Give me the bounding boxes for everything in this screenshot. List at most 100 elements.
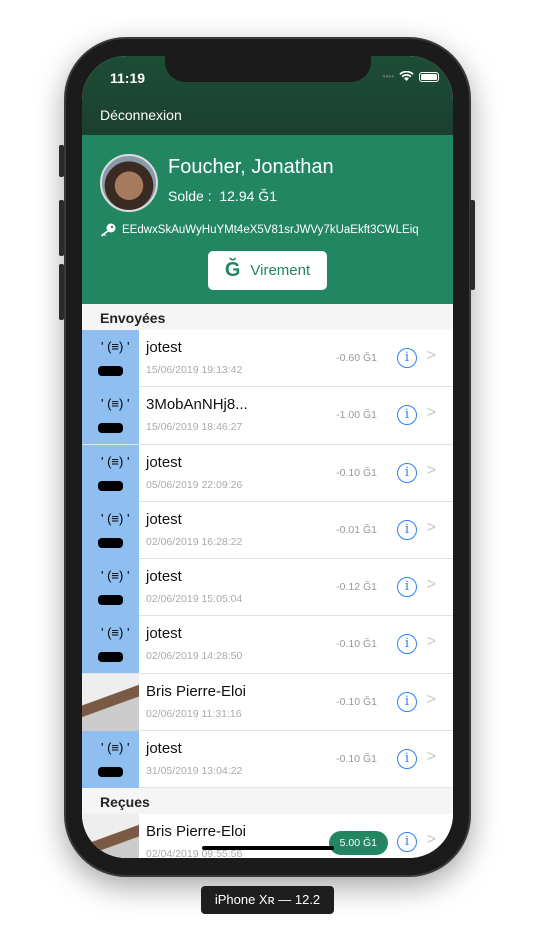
transaction-name: jotest bbox=[146, 453, 182, 471]
power-button bbox=[470, 200, 475, 290]
section-sent: Envoyées bbox=[82, 304, 453, 330]
transaction-name: jotest bbox=[146, 740, 182, 758]
key-icon bbox=[101, 223, 116, 237]
notch bbox=[165, 56, 371, 82]
transaction-name: jotest bbox=[146, 625, 182, 643]
transaction-row[interactable]: ' (≡) ' jotest 02/06/2019 16:28:22 -0.01 Ğ1… bbox=[82, 501, 453, 560]
chevron-right-icon: > bbox=[426, 690, 436, 708]
contact-avatar: ' (≡) ' bbox=[82, 330, 139, 387]
robot-face-icon: ' (≡) ' bbox=[101, 568, 130, 584]
battery-icon bbox=[419, 71, 439, 82]
transaction-name: Bris Pierre-Eloi bbox=[146, 823, 247, 841]
wifi-icon bbox=[399, 71, 414, 81]
transaction-date: 02/06/2019 14:28:50 bbox=[146, 650, 243, 663]
chevron-right-icon: > bbox=[426, 633, 436, 651]
transfer-label: Virement bbox=[250, 262, 311, 279]
chevron-right-icon: > bbox=[426, 518, 436, 536]
balance-value: 12.94 Ğ1 bbox=[219, 188, 277, 204]
g1-icon: Ğ bbox=[224, 259, 241, 281]
chevron-right-icon: > bbox=[426, 461, 436, 479]
robot-mouth-icon bbox=[98, 652, 123, 663]
robot-face-icon: ' (≡) ' bbox=[101, 339, 130, 354]
info-icon[interactable]: i bbox=[397, 577, 417, 598]
status-time: 11:19 bbox=[110, 70, 146, 86]
logout-button[interactable]: Déconnexion bbox=[100, 107, 182, 123]
transaction-amount: -0.10 Ğ1 bbox=[336, 638, 377, 651]
transaction-date: 31/05/2019 13:04:22 bbox=[146, 765, 243, 778]
transaction-row[interactable]: ' (≡) ' jotest 02/06/2019 15:05:04 -0.12 Ğ1… bbox=[82, 559, 453, 617]
transaction-row[interactable]: ' (≡) ' jotest 05/06/2019 22:09:26 -0.10 Ğ1… bbox=[82, 444, 453, 502]
transaction-name: jotest bbox=[146, 510, 182, 528]
transaction-date: 15/06/2019 18:46:27 bbox=[146, 421, 243, 434]
mute-switch bbox=[59, 145, 64, 177]
contact-avatar bbox=[82, 814, 139, 858]
robot-mouth-icon bbox=[98, 366, 123, 376]
transaction-amount: -0.10 Ğ1 bbox=[336, 695, 377, 708]
status-icons: •••• bbox=[383, 71, 439, 82]
robot-face-icon: ' (≡) ' bbox=[101, 625, 130, 641]
profile-name: Foucher, Jonathan bbox=[168, 156, 334, 178]
chevron-right-icon: > bbox=[426, 831, 436, 849]
pubkey-text: EEdwxSkAuWyHuYMt4eX5V81srJWVy7kUaEkft3CW… bbox=[122, 224, 419, 236]
transaction-amount: -0.01 Ğ1 bbox=[336, 523, 377, 536]
transaction-row[interactable]: ' (≡) ' jotest 15/06/2019 19:13:42 -0.60 Ğ1… bbox=[82, 330, 453, 388]
chevron-right-icon: > bbox=[426, 404, 436, 422]
transaction-row[interactable]: Bris Pierre-Eloi 02/06/2019 11:31:16 -0.10… bbox=[82, 673, 453, 732]
transaction-name: jotest bbox=[146, 339, 182, 356]
device-label: iPhone Xʀ — 12.2 bbox=[201, 886, 334, 914]
robot-mouth-icon bbox=[98, 423, 123, 434]
info-icon[interactable]: i bbox=[397, 348, 417, 368]
contact-avatar: ' (≡) ' bbox=[82, 559, 139, 617]
contact-avatar bbox=[82, 673, 139, 731]
info-icon[interactable]: i bbox=[397, 519, 417, 540]
transaction-amount: -0.10 Ğ1 bbox=[336, 466, 377, 479]
section-received: Reçues bbox=[82, 788, 453, 815]
volume-down-button bbox=[59, 264, 64, 320]
profile-avatar bbox=[100, 154, 158, 212]
transaction-amount: -0.60 Ğ1 bbox=[336, 352, 377, 364]
transaction-date: 15/06/2019 19:13:42 bbox=[146, 364, 243, 376]
transaction-name: jotest bbox=[146, 568, 182, 586]
robot-face-icon: ' (≡) ' bbox=[101, 510, 130, 526]
home-indicator[interactable] bbox=[202, 846, 334, 850]
contact-avatar: ' (≡) ' bbox=[82, 444, 139, 502]
chevron-right-icon: > bbox=[426, 576, 436, 594]
chevron-right-icon: > bbox=[426, 347, 436, 364]
info-icon[interactable]: i bbox=[397, 832, 417, 853]
contact-avatar: ' (≡) ' bbox=[82, 731, 139, 789]
transaction-name: Bris Pierre-Eloi bbox=[146, 682, 247, 700]
robot-mouth-icon bbox=[98, 767, 123, 778]
contact-avatar: ' (≡) ' bbox=[82, 501, 139, 559]
info-icon[interactable]: i bbox=[397, 462, 417, 483]
transaction-row[interactable]: ' (≡) ' jotest 31/05/2019 13:04:22 -0.10 Ğ1… bbox=[82, 731, 453, 789]
transaction-row[interactable]: Bris Pierre-Eloi 02/04/2019 09:55:56 5.00 … bbox=[82, 814, 453, 858]
transaction-row[interactable]: ' (≡) ' 3MobAnNHj8... 15/06/2019 18:46:27 -… bbox=[82, 387, 453, 445]
screen: 11:19 •••• Déconnexion Foucher, Jonathan… bbox=[82, 56, 453, 858]
chevron-right-icon: > bbox=[426, 748, 436, 766]
robot-mouth-icon bbox=[98, 537, 123, 548]
transaction-amount: -0.10 Ğ1 bbox=[336, 753, 377, 766]
transaction-date: 02/06/2019 16:28:22 bbox=[146, 535, 243, 548]
transaction-row[interactable]: ' (≡) ' jotest 02/06/2019 14:28:50 -0.10 Ğ1… bbox=[82, 616, 453, 674]
transaction-date: 02/06/2019 15:05:04 bbox=[146, 593, 243, 606]
transaction-amount: -1.00 Ğ1 bbox=[336, 409, 377, 422]
profile-header: Foucher, Jonathan Solde : 12.94 Ğ1 EEdwx… bbox=[82, 135, 453, 304]
transaction-date: 05/06/2019 22:09:26 bbox=[146, 478, 243, 491]
volume-up-button bbox=[59, 200, 64, 256]
transfer-button[interactable]: Ğ Virement bbox=[208, 251, 327, 290]
balance-label: Solde : bbox=[168, 188, 212, 204]
transaction-date: 02/06/2019 11:31:16 bbox=[146, 707, 242, 720]
pubkey: EEdwxSkAuWyHuYMt4eX5V81srJWVy7kUaEkft3CW… bbox=[100, 223, 419, 237]
signal-icon: •••• bbox=[382, 72, 394, 81]
robot-face-icon: ' (≡) ' bbox=[101, 453, 130, 469]
contact-avatar: ' (≡) ' bbox=[82, 616, 139, 674]
info-icon[interactable]: i bbox=[397, 691, 417, 712]
balance: Solde : 12.94 Ğ1 bbox=[168, 188, 277, 204]
info-icon[interactable]: i bbox=[397, 749, 417, 770]
robot-face-icon: ' (≡) ' bbox=[101, 396, 130, 412]
contact-avatar: ' (≡) ' bbox=[82, 387, 139, 445]
info-icon[interactable]: i bbox=[397, 634, 417, 655]
info-icon[interactable]: i bbox=[397, 405, 417, 426]
transaction-name: 3MobAnNHj8... bbox=[146, 396, 248, 414]
robot-mouth-icon bbox=[98, 480, 123, 491]
